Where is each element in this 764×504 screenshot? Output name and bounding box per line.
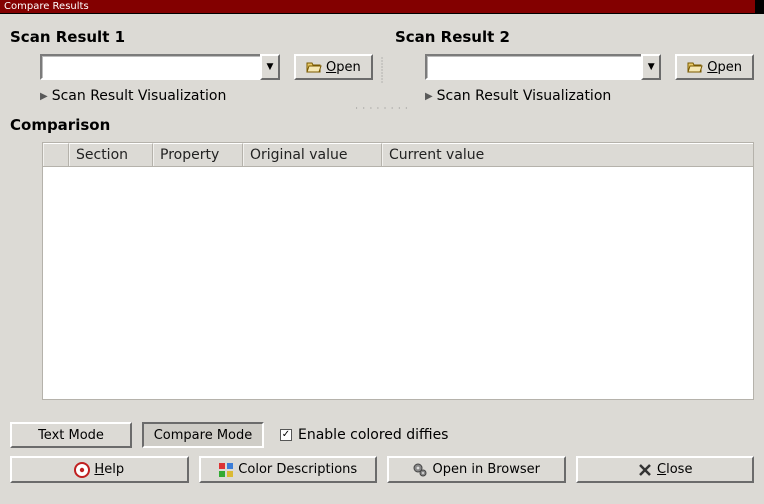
scan1-visualization-label: Scan Result Visualization — [52, 88, 227, 104]
scan2-heading: Scan Result 2 — [395, 28, 754, 46]
close-button[interactable]: Close — [576, 456, 755, 483]
pane-splitter-horizontal[interactable]: · · · · · · · · — [10, 106, 754, 112]
scan1-input[interactable] — [40, 54, 260, 80]
col-property[interactable]: Property — [153, 143, 243, 166]
checkbox-icon: ✓ — [280, 429, 292, 441]
scan1-open-button[interactable]: Open — [294, 54, 373, 80]
compare-mode-button[interactable]: Compare Mode — [142, 422, 264, 448]
scan2-dropdown-button[interactable]: ▼ — [641, 54, 661, 80]
scan2-combo[interactable]: ▼ — [425, 54, 661, 80]
open-in-browser-label: Open in Browser — [432, 462, 540, 477]
comparison-table[interactable]: Section Property Original value Current … — [42, 142, 754, 400]
table-header-row: Section Property Original value Current … — [43, 143, 753, 167]
text-mode-label: Text Mode — [38, 428, 104, 443]
open-in-browser-button[interactable]: Open in Browser — [387, 456, 566, 483]
color-descriptions-label: Color Descriptions — [238, 462, 357, 477]
scan2-open-label: Open — [707, 60, 742, 75]
col-current-value[interactable]: Current value — [382, 143, 753, 166]
text-mode-button[interactable]: Text Mode — [10, 422, 132, 448]
scan1-visualization-expander[interactable]: ▶ Scan Result Visualization — [10, 80, 379, 104]
gears-icon — [412, 462, 428, 478]
enable-colored-diffies-checkbox[interactable]: ✓ Enable colored diffies — [280, 427, 448, 443]
help-icon — [74, 462, 90, 478]
folder-open-icon — [687, 59, 703, 75]
chevron-down-icon: ▼ — [648, 62, 655, 72]
close-x-icon — [637, 462, 653, 478]
col-section[interactable]: Section — [69, 143, 153, 166]
scan-result-2-panel: Scan Result 2 ▼ Open ▶ S — [385, 24, 754, 104]
enable-colored-diffies-label: Enable colored diffies — [298, 427, 448, 443]
triangle-right-icon: ▶ — [40, 91, 48, 102]
scan1-combo[interactable]: ▼ — [40, 54, 280, 80]
close-label: Close — [657, 462, 692, 477]
scan2-open-button[interactable]: Open — [675, 54, 754, 80]
scan1-heading: Scan Result 1 — [10, 28, 379, 46]
triangle-right-icon: ▶ — [425, 91, 433, 102]
window-title: Compare Results — [4, 1, 89, 12]
color-descriptions-button[interactable]: Color Descriptions — [199, 456, 378, 483]
chevron-down-icon: ▼ — [267, 62, 274, 72]
help-label: Help — [94, 462, 124, 477]
comparison-heading: Comparison — [10, 116, 754, 134]
folder-open-icon — [306, 59, 322, 75]
scan1-open-label: Open — [326, 60, 361, 75]
help-button[interactable]: Help — [10, 456, 189, 483]
scan1-dropdown-button[interactable]: ▼ — [260, 54, 280, 80]
scan2-input[interactable] — [425, 54, 641, 80]
col-original-value[interactable]: Original value — [243, 143, 382, 166]
scan-result-1-panel: Scan Result 1 ▼ Open ▶ S — [10, 24, 379, 104]
window-titlebar: Compare Results — [0, 0, 764, 14]
scan2-visualization-expander[interactable]: ▶ Scan Result Visualization — [395, 80, 754, 104]
col-indicator[interactable] — [43, 143, 69, 166]
compare-mode-label: Compare Mode — [154, 428, 253, 443]
scan2-visualization-label: Scan Result Visualization — [437, 88, 612, 104]
palette-icon — [218, 462, 234, 478]
